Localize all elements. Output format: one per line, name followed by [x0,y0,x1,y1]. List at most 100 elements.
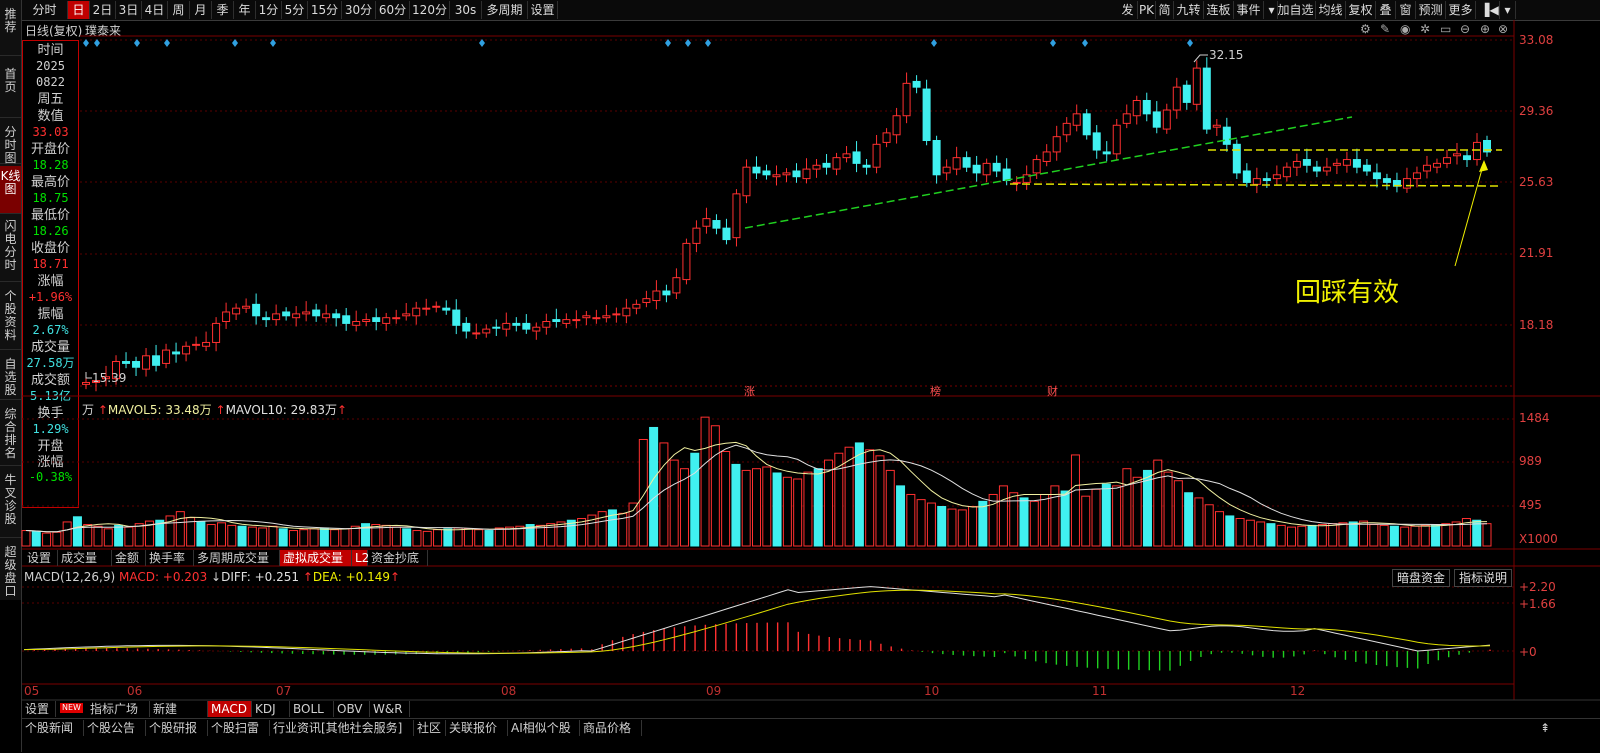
volume-bar-77 [813,468,823,547]
volume-bar-111 [1163,471,1173,547]
candle-body-64 [722,227,731,241]
volume-bar-10 [124,526,134,547]
candle-body-32 [402,313,411,317]
volume-bar-119 [1245,519,1255,547]
volume-tab-7[interactable]: 资金抄底 [368,550,428,566]
candle-body-12 [202,341,211,347]
diamond-marker-1 [94,39,100,47]
indicator-help-button[interactable]: 指标说明 [1454,569,1513,587]
candle-body-9 [172,351,181,355]
volume-bar-134 [1400,526,1410,547]
volume-tab-6[interactable]: L2 [352,550,369,566]
diamond-marker-13 [1187,39,1193,47]
volume-bar-21 [237,525,247,547]
dark-pool-button[interactable]: 暗盘资金 [1392,569,1451,587]
candle-body-26 [342,315,351,324]
candle-body-59 [672,277,681,294]
volume-tab-3[interactable]: 换手率 [146,550,194,566]
collapse-icon[interactable]: ⇞ [1540,721,1550,735]
candle-body-18 [262,317,271,321]
candle-body-11 [192,343,201,346]
x-tick-0: 05 [24,684,40,698]
candle-body-86 [942,166,951,174]
indicator-tab-2[interactable]: 新建 [150,701,208,717]
event-marker-cai[interactable]: 财 [1047,383,1058,399]
macd-tick-1: +1.66 [1519,597,1556,611]
indicator-tab-6[interactable]: OBV [334,701,370,717]
bottom-tab-5[interactable]: 社区 [414,720,446,736]
volume-bar-52 [556,521,566,547]
diamond-marker-0 [83,39,89,47]
volume-bar-24 [268,525,278,547]
volume-tab-4[interactable]: 多周期成交量 [194,550,280,566]
volume-bar-127 [1328,523,1338,547]
candle-body-14 [222,311,231,323]
volume-bar-99 [1040,493,1050,547]
bottom-tab-3[interactable]: 个股扫雷 [208,720,270,736]
volume-bar-92 [968,505,978,547]
price-tick-2: 25.63 [1519,175,1554,189]
candle-body-124 [1322,166,1331,172]
candle-body-23 [312,309,321,317]
candle-body-125 [1332,162,1341,166]
price-tick-0: 33.08 [1519,33,1554,47]
candle-body-28 [362,319,371,323]
volume-tab-1[interactable]: 成交量 [58,550,112,566]
candle-body-90 [982,162,991,176]
volume-bar-66 [700,416,710,547]
volume-bar-121 [1266,523,1276,547]
macd-value: MACD: +0.203 [118,570,208,584]
volume-bar-135 [1410,525,1420,547]
volume-bar-43 [463,528,473,547]
candle-body-40 [482,328,491,334]
candle-body-108 [1162,109,1171,130]
volume-bar-71 [752,468,761,547]
volume-tab-0[interactable]: 设置 [24,550,58,566]
indicator-tab-4[interactable]: KDJ [252,701,290,717]
indicator-tab-7[interactable]: W&R [370,701,410,717]
volume-tab-2[interactable]: 金额 [112,550,146,566]
volume-bar-42 [453,527,463,547]
volume-unit: 万 [82,403,95,417]
candle-body-7 [152,355,161,366]
candle-body-54 [622,307,631,317]
volume-bar-35 [381,524,391,547]
bottom-tab-7[interactable]: AI相似个股 [508,720,580,736]
event-marker-zhang[interactable]: 涨 [744,383,755,399]
volume-tick-1: 989 [1519,454,1542,468]
volume-bar-114 [1194,497,1204,547]
bottom-tab-2[interactable]: 个股研报 [146,720,208,736]
candle-body-37 [452,309,461,326]
bottom-tab-6[interactable]: 关联报价 [446,720,508,736]
candle-body-121 [1292,160,1301,168]
volume-bar-3 [52,531,62,547]
indicator-tab-5[interactable]: BOLL [290,701,334,717]
candle-body-31 [392,317,401,320]
volume-bar-47 [505,526,515,547]
bottom-tab-0[interactable]: 个股新闻 [22,720,84,736]
volume-tab-5[interactable]: 虚拟成交量 [280,550,352,566]
candle-body-49 [572,319,581,322]
volume-tabs: 设置 成交量 金额 换手率 多周期成交量 虚拟成交量 L2 资金抄底 [24,550,1514,566]
volume-bar-131 [1369,524,1379,547]
candle-body-116 [1242,170,1251,183]
candle-body-72 [802,168,811,180]
candle-body-85 [932,140,941,176]
candle-body-61 [692,227,701,244]
bottom-tab-8[interactable]: 商品价格 [580,720,642,736]
bottom-tab-1[interactable]: 个股公告 [84,720,146,736]
mavol10-label: MAVOL10: 29.83万 [225,403,337,417]
indicator-tab-3[interactable]: MACD [208,701,252,717]
candle-body-105 [1132,99,1141,117]
volume-bar-4 [62,521,72,547]
diff-value: DIFF: +0.251 [221,570,300,584]
indicator-tab-0[interactable]: 设置 [22,701,56,717]
candle-body-118 [1262,178,1271,182]
event-marker-bang[interactable]: 榜 [930,383,941,399]
candle-body-34 [422,307,431,310]
volume-bar-88 [926,502,936,547]
bottom-tab-4[interactable]: 行业资讯[其他社会服务] [270,720,414,736]
candle-body-128 [1362,164,1371,172]
mavol5-label: MAVOL5: 33.48万 [107,403,212,417]
candle-body-24 [322,313,331,319]
